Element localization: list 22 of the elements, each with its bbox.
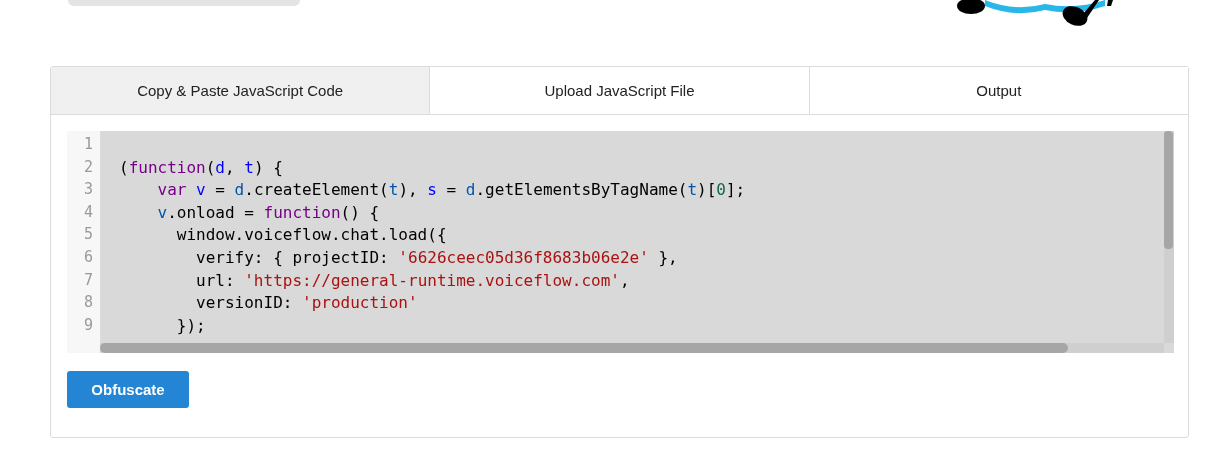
line-number: 3 (82, 180, 94, 201)
code-line: url: 'https://general-runtime.voiceflow.com', (195, 270, 630, 290)
tab[interactable]: Copy & Paste JavaScript Code (51, 67, 431, 114)
code-line: var v = d.createElement(t), s = d.getElementsByTagName(t)[0]; (156, 180, 746, 200)
code-line: verify: { projectID: '6626ceec05d36f8683b06e2e' }, (195, 247, 678, 267)
code-line: (function(d, t) { (119, 157, 283, 177)
line-number: 1 (82, 135, 94, 155)
line-number: 8 (82, 293, 94, 314)
line-number: 9 (82, 315, 94, 336)
code-line: }); (175, 315, 206, 335)
scrollbar[interactable] (1164, 131, 1174, 343)
line-number: 5 (82, 225, 94, 246)
line-number: 7 (82, 270, 94, 291)
code-line: v.onload = function() { (156, 202, 380, 222)
code-editor[interactable] (67, 131, 1174, 353)
scrollbar-thumb[interactable] (1164, 131, 1173, 249)
code-line: versionID: 'production' (195, 293, 418, 313)
line-number: 6 (82, 247, 94, 268)
code-line: window.voiceflow.chat.load({ (175, 225, 447, 245)
line-number: 2 (82, 157, 94, 178)
line-number: 4 (82, 202, 94, 223)
obfuscate-button[interactable]: Obfuscate (67, 371, 189, 408)
